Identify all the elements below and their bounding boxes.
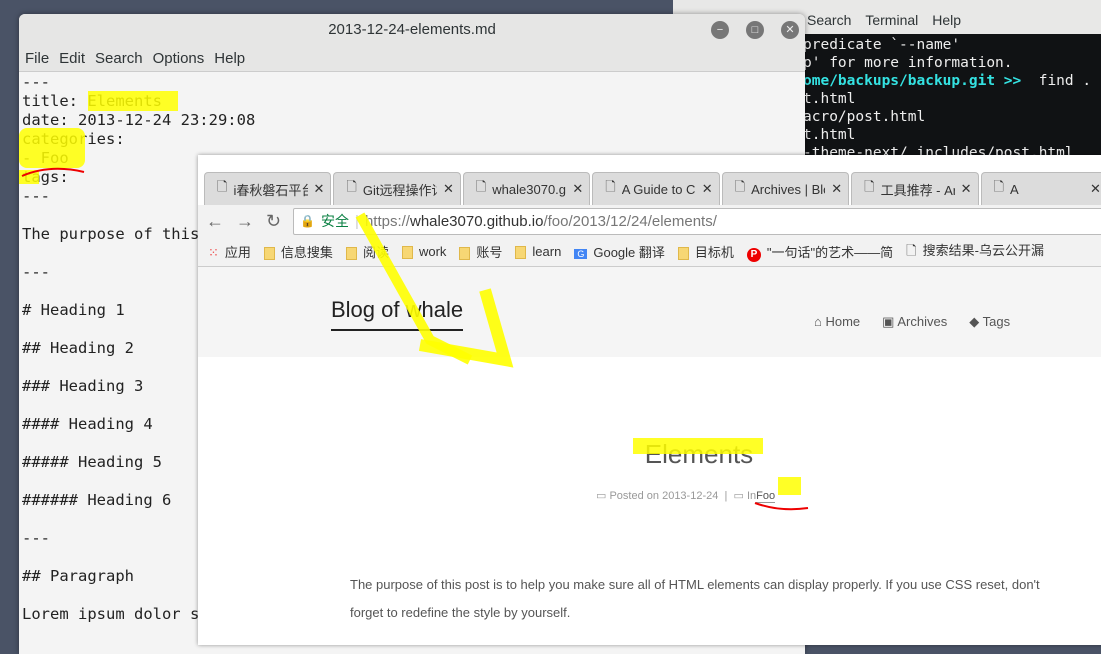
annotation-overlay	[21, 167, 809, 511]
